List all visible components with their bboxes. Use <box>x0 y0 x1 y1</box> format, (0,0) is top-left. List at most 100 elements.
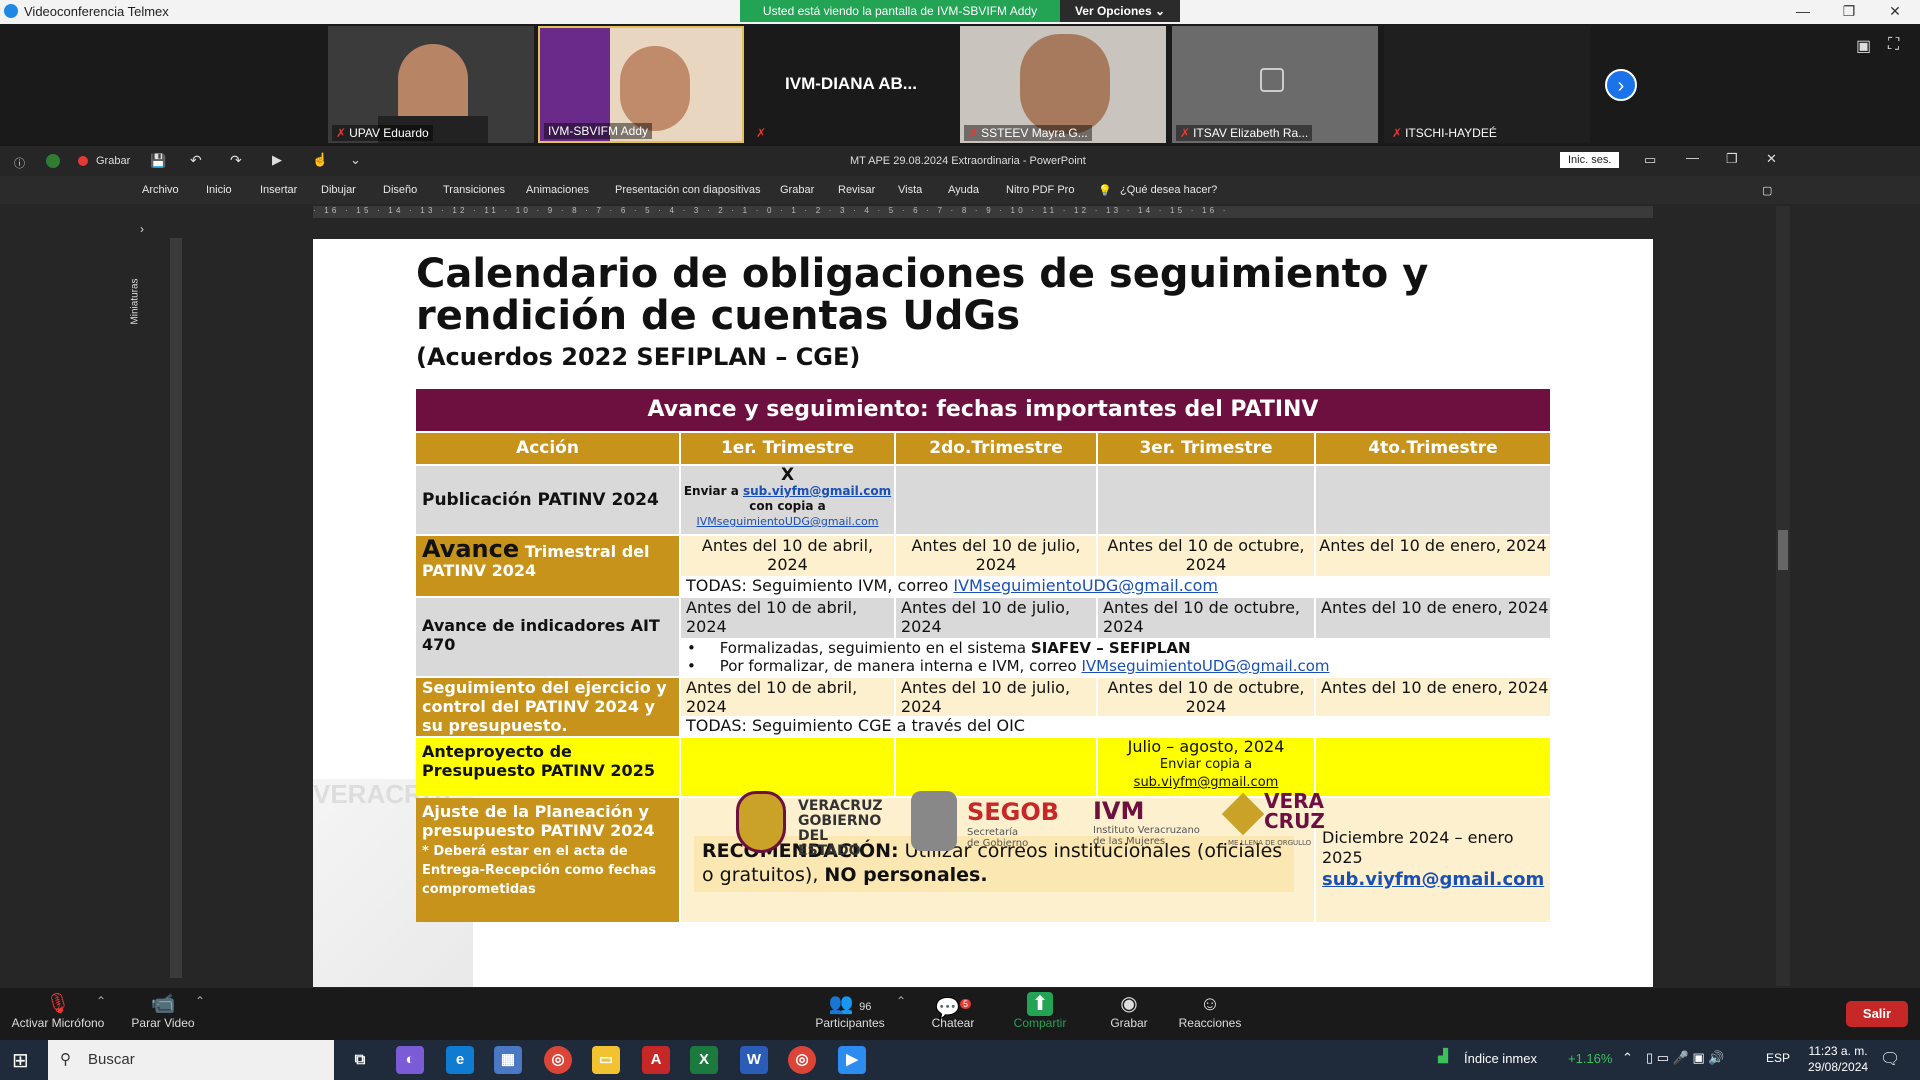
tab-nitro[interactable]: Nitro PDF Pro <box>1006 184 1074 196</box>
row-seguimiento-q2: Antes del 10 de julio, 2024 <box>896 678 1096 716</box>
tell-me-search[interactable]: ¿Qué desea hacer? <box>1120 184 1217 196</box>
acrobat-icon[interactable]: A <box>642 1046 670 1074</box>
window-title-bar: Videoconferencia Telmex Usted está viend… <box>0 0 1920 24</box>
participant-tile[interactable]: IVM-DIANA AB... ✗ <box>748 26 954 143</box>
minimize-icon[interactable]: — <box>1780 0 1826 24</box>
tab-diseno[interactable]: Diseño <box>383 184 417 196</box>
chat-button[interactable]: 💬 5 Chatear <box>928 992 978 1030</box>
chevron-up-icon[interactable]: ⌃ <box>195 994 205 1008</box>
system-tray-icons[interactable]: ▯ ▭ 🎤 ▣ 🔊 <box>1646 1050 1725 1066</box>
restore-icon[interactable]: ❐ <box>1826 0 1872 24</box>
layout-icon[interactable]: ▣ <box>1856 36 1871 56</box>
participant-tile[interactable]: ✗ SSTEEV Mayra G... <box>960 26 1166 143</box>
view-options-button[interactable]: Ver Opciones ⌄ <box>1060 0 1180 22</box>
tab-ayuda[interactable]: Ayuda <box>948 184 979 196</box>
touch-mode-icon[interactable]: ☝ <box>312 152 328 168</box>
tab-grabar[interactable]: Grabar <box>780 184 814 196</box>
table-banner: Avance y seguimiento: fechas importantes… <box>416 389 1550 431</box>
taskbar-search-input[interactable]: ⚲ Buscar <box>48 1040 334 1080</box>
language-indicator[interactable]: ESP <box>1766 1051 1790 1065</box>
row-avance-action: Avance Trimestral del PATINV 2024 <box>416 536 679 596</box>
undo-icon[interactable]: ↶ <box>190 152 202 169</box>
clock[interactable]: 11:23 a. m. 29/08/2024 <box>1808 1043 1868 1075</box>
close-icon[interactable]: ✕ <box>1872 0 1918 24</box>
ivm-email-link[interactable]: IVMseguimientoUDG@gmail.com <box>1081 657 1329 675</box>
excel-icon[interactable]: X <box>690 1046 718 1074</box>
edge-icon[interactable]: e <box>446 1046 474 1074</box>
tab-archivo[interactable]: Archivo <box>142 184 179 196</box>
sign-in-button[interactable]: Inic. ses. <box>1560 152 1620 168</box>
copy-label: con copia a <box>749 499 826 513</box>
ribbon-display-icon[interactable]: ▭ <box>1644 152 1656 168</box>
next-participants-button[interactable]: › <box>1605 69 1637 101</box>
copy-email-link[interactable]: IVMseguimientoUDG@gmail.com <box>681 514 894 529</box>
mic-muted-icon: 🎙 <box>45 993 71 1015</box>
stop-video-button[interactable]: 📹 Parar Video <box>128 992 198 1030</box>
tab-inicio[interactable]: Inicio <box>206 184 232 196</box>
participant-tile[interactable]: ✗ ITSCHI-HAYDEÉ <box>1384 26 1590 143</box>
flower-icon <box>1221 792 1265 836</box>
notifications-icon[interactable]: 🗨 <box>1880 1049 1900 1069</box>
participant-name-large: IVM-DIANA AB... <box>785 74 917 93</box>
tab-insertar[interactable]: Insertar <box>260 184 297 196</box>
mic-muted-icon: ✗ <box>1392 126 1403 140</box>
chrome-icon[interactable]: ◎ <box>788 1046 816 1074</box>
calculator-icon[interactable]: ▦ <box>494 1046 522 1074</box>
slide-canvas[interactable]: VERACRUZ Calendario de obligaciones de s… <box>313 239 1653 987</box>
header-q1: 1er. Trimestre <box>681 433 894 464</box>
vertical-scrollbar[interactable] <box>1776 206 1790 986</box>
scrollbar-thumb[interactable] <box>1778 530 1788 570</box>
tab-transiciones[interactable]: Transiciones <box>443 184 505 196</box>
windows-start-icon[interactable]: ⊞ <box>12 1048 29 1073</box>
sub-email-link[interactable]: sub.viyfm@gmail.com <box>1322 868 1544 892</box>
save-icon[interactable]: 💾 <box>150 153 166 169</box>
tab-vista[interactable]: Vista <box>898 184 922 196</box>
word-icon[interactable]: W <box>740 1046 768 1074</box>
info-icon[interactable]: ⓘ <box>14 155 25 171</box>
minimize-icon[interactable]: — <box>1686 150 1699 165</box>
redo-icon[interactable]: ↷ <box>230 152 242 169</box>
leave-button[interactable]: Salir <box>1846 1001 1908 1027</box>
copilot-icon[interactable]: ◐ <box>396 1046 424 1074</box>
present-icon[interactable]: ▶ <box>272 152 282 168</box>
restore-icon[interactable]: ❐ <box>1726 151 1738 167</box>
participant-tile[interactable]: IVM-SBVIFM Addy <box>538 26 744 143</box>
tab-animaciones[interactable]: Animaciones <box>526 184 589 196</box>
veracruz-orgullo-logo: VERA CRUZ ME LLENA DE ORGULLO <box>1221 791 1328 855</box>
participant-tile[interactable]: ✗ UPAV Eduardo <box>328 26 534 143</box>
tab-dibujar[interactable]: Dibujar <box>321 184 356 196</box>
customize-toolbar-icon[interactable]: ⌄ <box>350 152 361 168</box>
slide-subtitle: (Acuerdos 2022 SEFIPLAN – CGE) <box>416 343 861 371</box>
thumbnails-pane[interactable]: › Miniaturas <box>130 216 160 986</box>
close-icon[interactable]: ✕ <box>1766 151 1777 167</box>
unmute-button[interactable]: 🎙 Activar Micrófono <box>8 992 108 1030</box>
send-email-link[interactable]: sub.viyfm@gmail.com <box>743 484 891 498</box>
task-view-icon[interactable]: ⧉ <box>346 1046 374 1074</box>
tab-presentacion[interactable]: Presentación con diapositivas <box>615 184 761 196</box>
row-anteproyecto-q2 <box>896 738 1096 796</box>
fullscreen-icon[interactable]: ⛶ <box>1888 36 1899 54</box>
file-explorer-icon[interactable]: ▭ <box>592 1046 620 1074</box>
video-app-icon[interactable]: ▶ <box>838 1046 866 1074</box>
participant-name: ✗ ITSAV Elizabeth Ra... <box>1176 125 1313 141</box>
chevron-up-icon[interactable]: ⌃ <box>96 994 106 1008</box>
share-screen-button[interactable]: ⬆ Compartir <box>1010 992 1070 1030</box>
ivm-email-link[interactable]: IVMseguimientoUDG@gmail.com <box>953 576 1218 595</box>
slide-title: Calendario de obligaciones de seguimient… <box>416 253 1428 337</box>
chevron-up-icon[interactable]: ⌃ <box>1622 1050 1633 1066</box>
reactions-button[interactable]: ☺ Reacciones <box>1178 992 1242 1030</box>
participants-button[interactable]: 👥 96 Participantes <box>810 992 890 1030</box>
tab-revisar[interactable]: Revisar <box>838 184 875 196</box>
chevron-up-icon[interactable]: ⌃ <box>896 994 906 1008</box>
bullet-formalizadas: • Formalizadas, seguimiento en el sistem… <box>687 639 1191 657</box>
header-q3: 3er. Trimestre <box>1098 433 1314 464</box>
slide-title-line1: Calendario de obligaciones de seguimient… <box>416 251 1429 297</box>
stock-name[interactable]: Índice inmex <box>1464 1051 1537 1066</box>
record-meeting-button[interactable]: ◉ Grabar <box>1106 992 1152 1030</box>
chrome-icon[interactable]: ◎ <box>544 1046 572 1074</box>
participant-tile[interactable]: ✗ ITSAV Elizabeth Ra... <box>1172 26 1378 143</box>
row-indicadores-q2: Antes del 10 de julio, 2024 <box>896 598 1096 638</box>
comments-icon[interactable]: ▢ <box>1762 184 1772 197</box>
record-button[interactable]: Grabar <box>96 155 130 167</box>
chevron-right-icon[interactable]: › <box>140 222 144 236</box>
